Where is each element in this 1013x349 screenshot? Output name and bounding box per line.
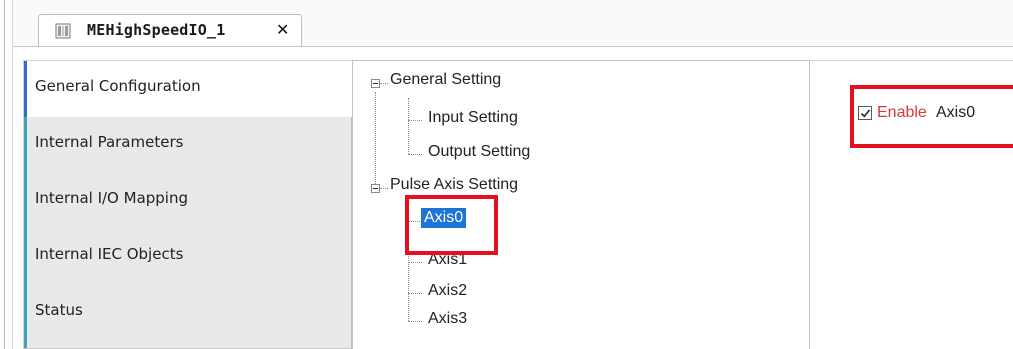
tree-node-output-setting[interactable]: Output Setting <box>428 143 530 161</box>
tab-accent <box>24 173 27 229</box>
tree-connector <box>408 321 422 322</box>
tab-accent <box>24 117 27 173</box>
tab-accent <box>24 285 27 348</box>
tree-node-input-setting[interactable]: Input Setting <box>428 109 518 127</box>
tree-connector <box>380 83 388 84</box>
tree-connector <box>380 188 388 189</box>
sidebar-item-status[interactable]: Status <box>24 285 351 349</box>
active-indicator <box>24 61 27 117</box>
sidebar-item-label: Internal Parameters <box>35 133 184 151</box>
tab-accent <box>24 229 27 285</box>
enable-axis-checkbox[interactable] <box>858 106 872 120</box>
sidebar-item-general-configuration[interactable]: General Configuration <box>24 61 360 118</box>
collapse-icon[interactable] <box>371 79 380 88</box>
tree-connector <box>408 195 409 321</box>
tree-connector <box>375 92 376 188</box>
sidebar-item-internal-parameters[interactable]: Internal Parameters <box>24 117 351 174</box>
tree-node-axis2[interactable]: Axis2 <box>428 282 467 300</box>
tree-connector <box>408 262 422 263</box>
tree-node-pulse-axis-setting[interactable]: Pulse Axis Setting <box>390 176 518 194</box>
left-edge-line-inner <box>12 0 13 349</box>
tree-node-axis0[interactable]: Axis0 <box>421 208 467 228</box>
left-edge-line <box>4 0 5 349</box>
collapse-icon[interactable] <box>371 184 380 193</box>
tab-mehighspeedio[interactable]: MEHighSpeedIO_1 ✕ <box>38 14 302 46</box>
enable-keyword: Enable <box>877 104 927 121</box>
tab-bar-divider <box>13 46 1013 47</box>
sidebar-item-internal-iec-objects[interactable]: Internal IEC Objects <box>24 229 351 286</box>
device-module-icon <box>55 23 71 39</box>
tree-node-axis1[interactable]: Axis1 <box>428 251 467 269</box>
sidebar-item-internal-io-mapping[interactable]: Internal I/O Mapping <box>24 173 351 230</box>
settings-tree <box>352 60 810 349</box>
tree-connector <box>408 98 409 154</box>
sidebar-item-label: Internal I/O Mapping <box>35 189 189 207</box>
tree-connector <box>408 120 422 121</box>
config-sidebar: General Configuration Internal Parameter… <box>24 61 360 349</box>
tree-connector <box>408 293 422 294</box>
tab-title: MEHighSpeedIO_1 <box>87 21 226 39</box>
enable-axis-label: Axis0 <box>936 104 976 121</box>
close-icon[interactable]: ✕ <box>276 20 289 39</box>
tree-connector <box>408 154 422 155</box>
sidebar-item-label: Status <box>35 301 83 319</box>
tree-node-axis3[interactable]: Axis3 <box>428 310 467 328</box>
tree-node-general-setting[interactable]: General Setting <box>390 71 501 89</box>
sidebar-item-label: Internal IEC Objects <box>35 245 184 263</box>
tree-connector <box>408 221 420 222</box>
sidebar-item-label: General Configuration <box>35 77 201 95</box>
checkmark-icon <box>860 109 871 118</box>
